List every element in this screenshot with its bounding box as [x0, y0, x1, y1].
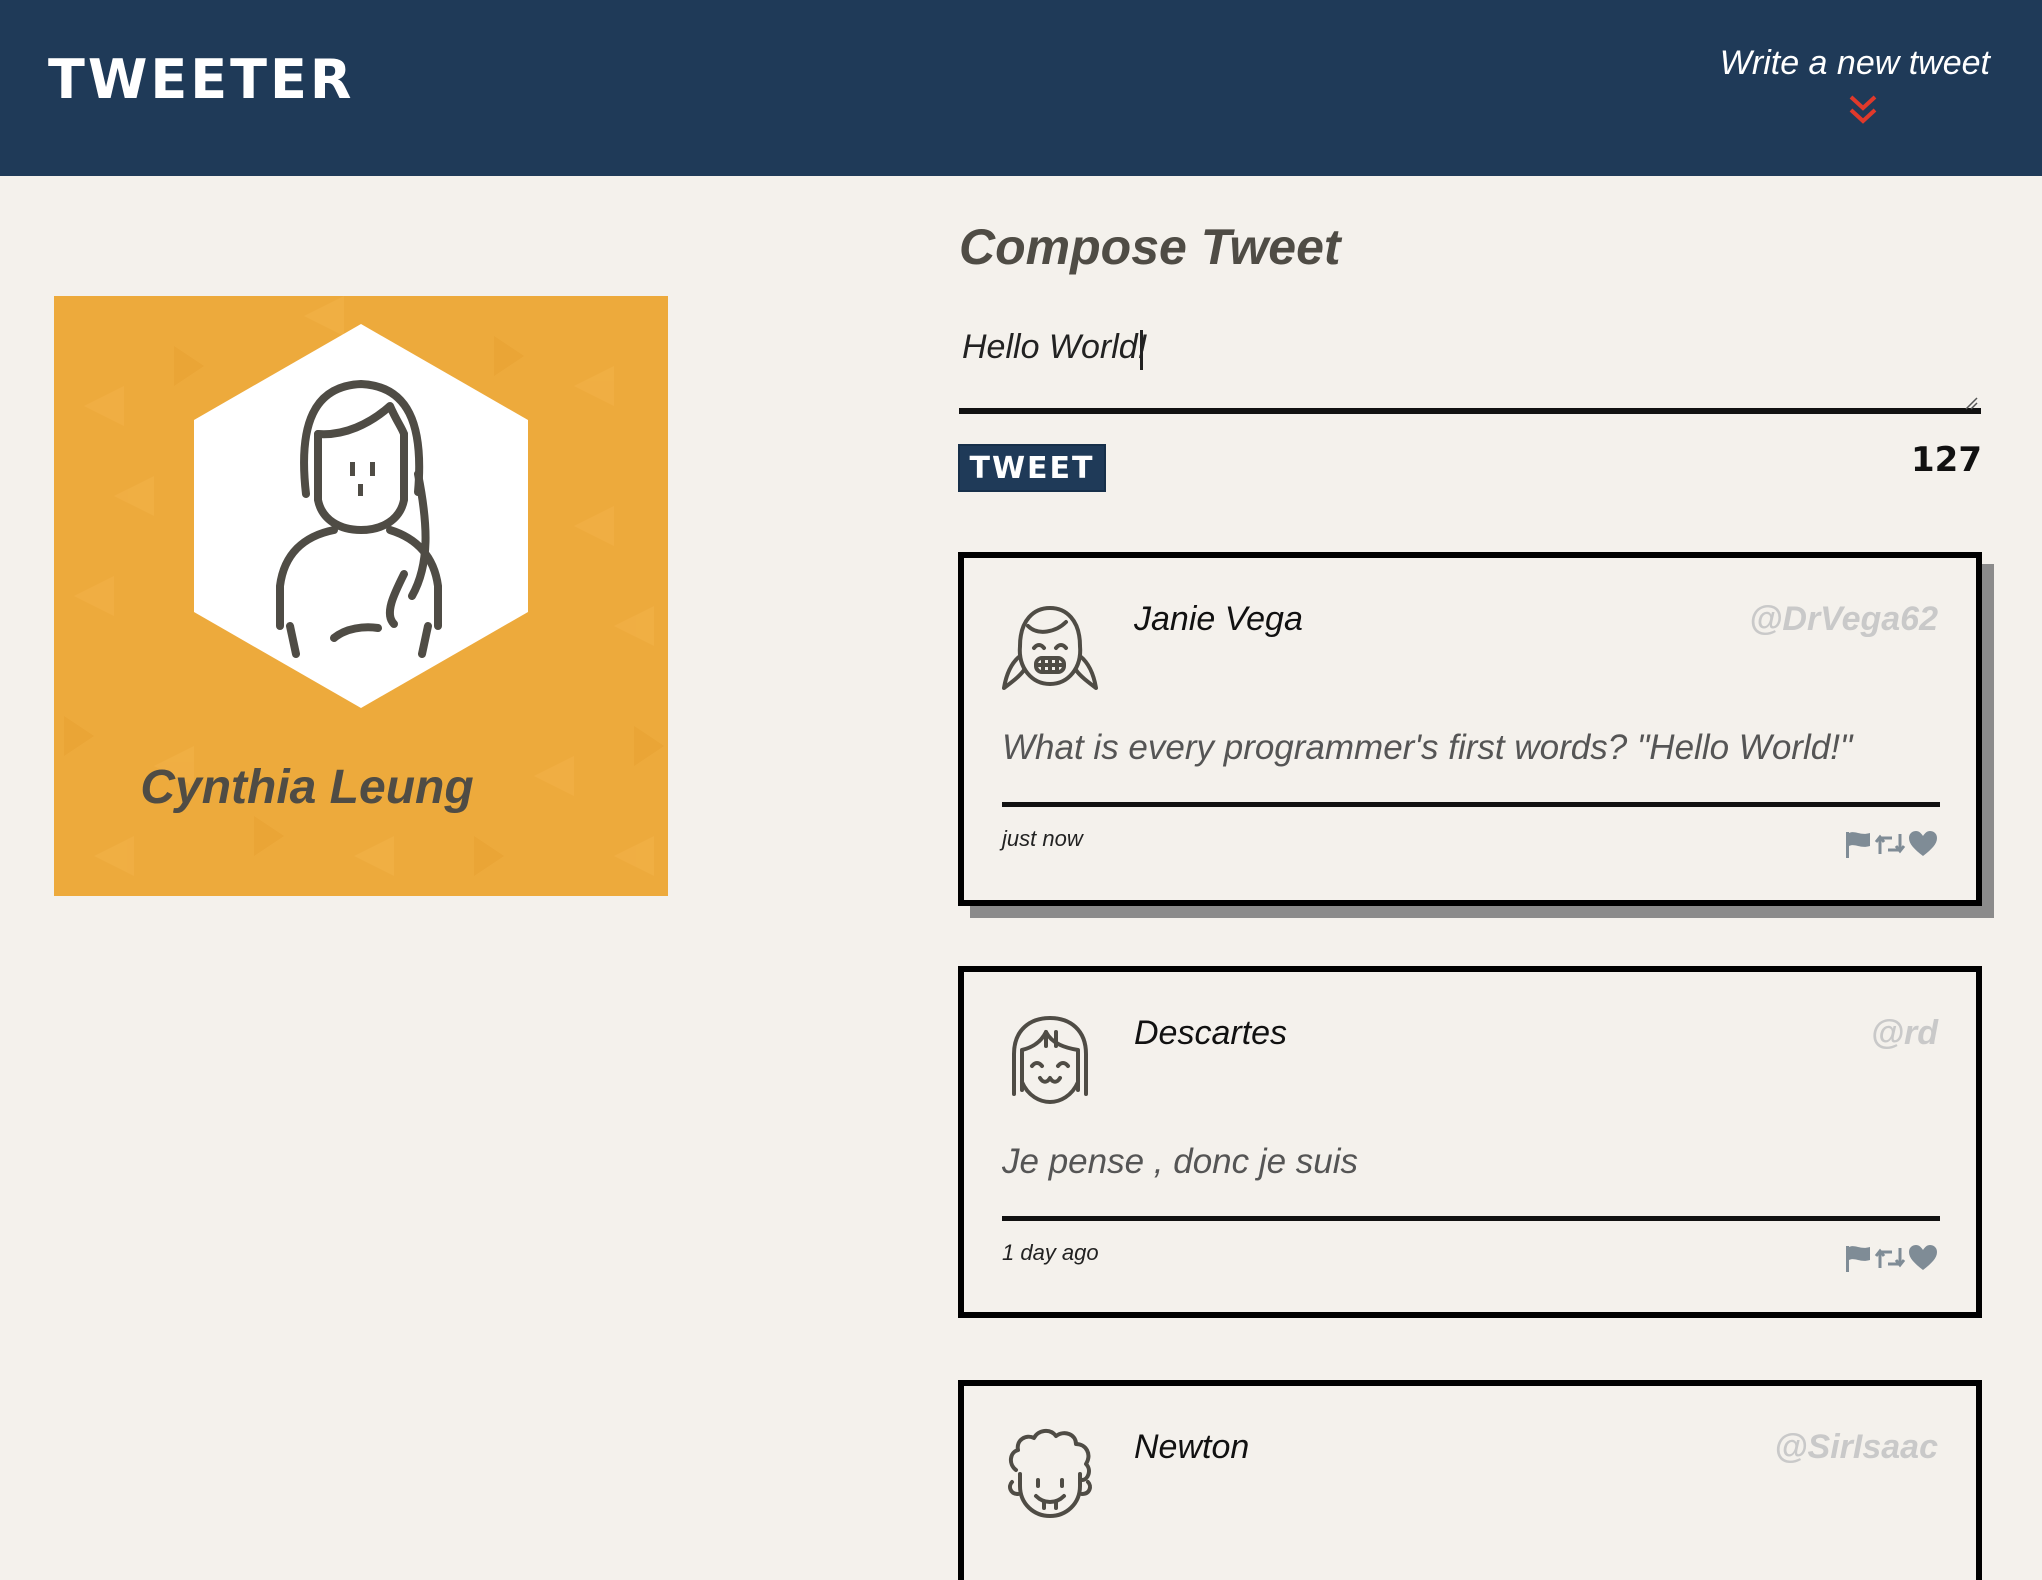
- retweet-icon[interactable]: [1874, 830, 1906, 858]
- tweet-submit-button[interactable]: TWEET: [958, 444, 1106, 492]
- tweet-actions: [1844, 1244, 1938, 1274]
- tweet-timestamp: 1 day ago: [1002, 1240, 1099, 1265]
- tweet-divider: [1002, 802, 1940, 807]
- compose-title: Compose Tweet: [959, 219, 1341, 275]
- text-caret: [1140, 330, 1143, 370]
- tweet-author-name: Descartes: [1134, 1014, 1288, 1052]
- tweet-author-handle[interactable]: @SirIsaac: [1538, 1428, 1938, 1467]
- woman-avatar-icon: [194, 324, 528, 708]
- tweet-actions: [1844, 830, 1938, 860]
- brand-logo[interactable]: TWEETER: [48, 48, 354, 111]
- retweet-icon[interactable]: [1874, 1244, 1906, 1272]
- top-nav-bar: TWEETER Write a new tweet: [0, 0, 2042, 176]
- character-counter: 127: [1911, 440, 1982, 480]
- tweet-content: What is every programmer's first words? …: [1002, 728, 1853, 767]
- profile-name: Cynthia Leung: [140, 761, 474, 814]
- write-new-tweet-link[interactable]: Write a new tweet: [1670, 44, 1990, 83]
- girl-smiling-avatar-icon: [1002, 606, 1098, 690]
- bob-haircut-avatar-icon: [1012, 1016, 1088, 1104]
- curly-hair-avatar-icon: [1008, 1429, 1092, 1518]
- resize-handle-icon[interactable]: [1964, 396, 1978, 410]
- flag-icon[interactable]: [1844, 830, 1872, 858]
- tweet-textarea[interactable]: [959, 318, 1981, 414]
- tweet-author-name: Newton: [1134, 1428, 1250, 1466]
- tweet-card: Newton @SirIsaac: [958, 1380, 1982, 1580]
- tweet-card: Descartes @rd Je pense , donc je suis 1 …: [958, 966, 1982, 1318]
- tweet-author-handle[interactable]: @rd: [1538, 1014, 1938, 1053]
- tweet-timestamp: just now: [1002, 826, 1083, 851]
- tweet-divider: [1002, 1216, 1940, 1221]
- tweet-author-name: Janie Vega: [1134, 600, 1303, 638]
- double-chevron-down-icon[interactable]: [1848, 94, 1878, 126]
- heart-icon[interactable]: [1908, 1244, 1938, 1272]
- flag-icon[interactable]: [1844, 1244, 1872, 1272]
- tweet-content: Je pense , donc je suis: [1002, 1142, 1359, 1181]
- heart-icon[interactable]: [1908, 830, 1938, 858]
- tweet-card: Janie Vega @DrVega62 What is every progr…: [958, 552, 1982, 906]
- tweet-author-handle[interactable]: @DrVega62: [1538, 600, 1938, 639]
